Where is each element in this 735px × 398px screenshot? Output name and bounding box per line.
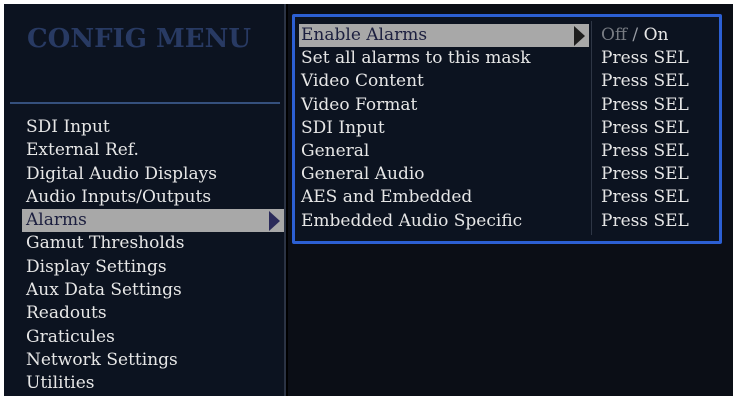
- menu-item-label: SDI Input: [26, 117, 110, 137]
- enable-alarms-toggle[interactable]: Off / On: [601, 24, 668, 47]
- submenu-row-sdi-input[interactable]: SDI Input Press SEL: [299, 117, 715, 140]
- menu-item-network-settings[interactable]: Network Settings: [22, 349, 284, 372]
- submenu-row-label: Video Format: [301, 94, 418, 115]
- toggle-separator: /: [632, 25, 639, 45]
- submenu-row-label: Video Content: [301, 71, 424, 92]
- submenu-row-label: SDI Input: [301, 117, 385, 138]
- submenu-row-embedded-audio-specific[interactable]: Embedded Audio Specific Press SEL: [299, 210, 715, 233]
- menu-item-label: Display Settings: [26, 256, 167, 277]
- submenu-row-label: Set all alarms to this mask: [301, 48, 531, 69]
- submenu-row-general[interactable]: General Press SEL: [299, 140, 715, 163]
- submenu-row-label: General: [301, 141, 370, 161]
- menu-item-label: Readouts: [26, 303, 107, 324]
- menu-title: CONFIG MENU: [26, 24, 252, 54]
- menu-item-utilities[interactable]: Utilities: [22, 372, 284, 395]
- menu-item-label: External Ref.: [26, 140, 139, 161]
- menu-item-label: Utilities: [26, 373, 95, 394]
- submenu-row-video-content[interactable]: Video Content Press SEL: [299, 70, 715, 93]
- submenu-row-action[interactable]: Press SEL: [601, 210, 689, 233]
- toggle-off-option[interactable]: Off: [601, 25, 627, 45]
- menu-item-digital-audio-displays[interactable]: Digital Audio Displays: [22, 163, 284, 186]
- menu-item-label: Graticules: [26, 326, 115, 347]
- menu-item-external-ref[interactable]: External Ref.: [22, 139, 284, 162]
- menu-item-label: Audio Inputs/Outputs: [26, 186, 212, 207]
- alarms-submenu: Enable Alarms Off / On Set all alarms to…: [292, 14, 722, 244]
- submenu-row-action[interactable]: Press SEL: [601, 47, 689, 70]
- menu-item-label: Gamut Thresholds: [26, 233, 185, 254]
- submenu-row-label: General Audio: [301, 164, 425, 185]
- submenu-row-action[interactable]: Press SEL: [601, 70, 689, 93]
- menu-item-alarms[interactable]: Alarms: [22, 209, 284, 233]
- menu-item-gamut-thresholds[interactable]: Gamut Thresholds: [22, 232, 284, 255]
- menu-item-label: Aux Data Settings: [26, 280, 182, 301]
- menu-item-aux-data-settings[interactable]: Aux Data Settings: [22, 279, 284, 302]
- submenu-row-action[interactable]: Press SEL: [601, 94, 689, 117]
- submenu-row-action[interactable]: Press SEL: [601, 140, 689, 163]
- submenu-row-action[interactable]: Press SEL: [601, 117, 689, 140]
- config-menu-list: SDI Input External Ref. Digital Audio Di…: [22, 116, 284, 396]
- submenu-row-action[interactable]: Press SEL: [601, 186, 689, 209]
- submenu-row-action[interactable]: Press SEL: [601, 163, 689, 186]
- menu-item-readouts[interactable]: Readouts: [22, 302, 284, 325]
- menu-item-display-settings[interactable]: Display Settings: [22, 256, 284, 279]
- toggle-on-option[interactable]: On: [644, 25, 669, 45]
- submenu-row-general-audio[interactable]: General Audio Press SEL: [299, 163, 715, 186]
- submenu-row-label: AES and Embedded: [301, 187, 473, 208]
- submenu-arrow-icon: [269, 211, 280, 232]
- submenu-row-label: Enable Alarms: [299, 24, 589, 47]
- menu-item-audio-inputs-outputs[interactable]: Audio Inputs/Outputs: [22, 186, 284, 209]
- menu-item-label: Alarms: [26, 210, 87, 231]
- menu-item-graticules[interactable]: Graticules: [22, 326, 284, 349]
- menu-item-label: Network Settings: [26, 349, 178, 370]
- title-divider: [10, 102, 280, 104]
- enable-alarms-label: Enable Alarms: [301, 25, 428, 45]
- submenu-row-enable-alarms[interactable]: Enable Alarms Off / On: [299, 24, 715, 47]
- submenu-row-set-all-alarms[interactable]: Set all alarms to this mask Press SEL: [299, 47, 715, 70]
- submenu-row-aes-and-embedded[interactable]: AES and Embedded Press SEL: [299, 186, 715, 209]
- submenu-arrow-icon: [574, 26, 585, 46]
- menu-item-label: Digital Audio Displays: [26, 163, 217, 184]
- config-menu-panel: CONFIG MENU SDI Input External Ref. Digi…: [4, 4, 286, 396]
- submenu-row-video-format[interactable]: Video Format Press SEL: [299, 94, 715, 117]
- menu-item-sdi-input[interactable]: SDI Input: [22, 116, 284, 139]
- submenu-row-label: Embedded Audio Specific: [301, 210, 523, 231]
